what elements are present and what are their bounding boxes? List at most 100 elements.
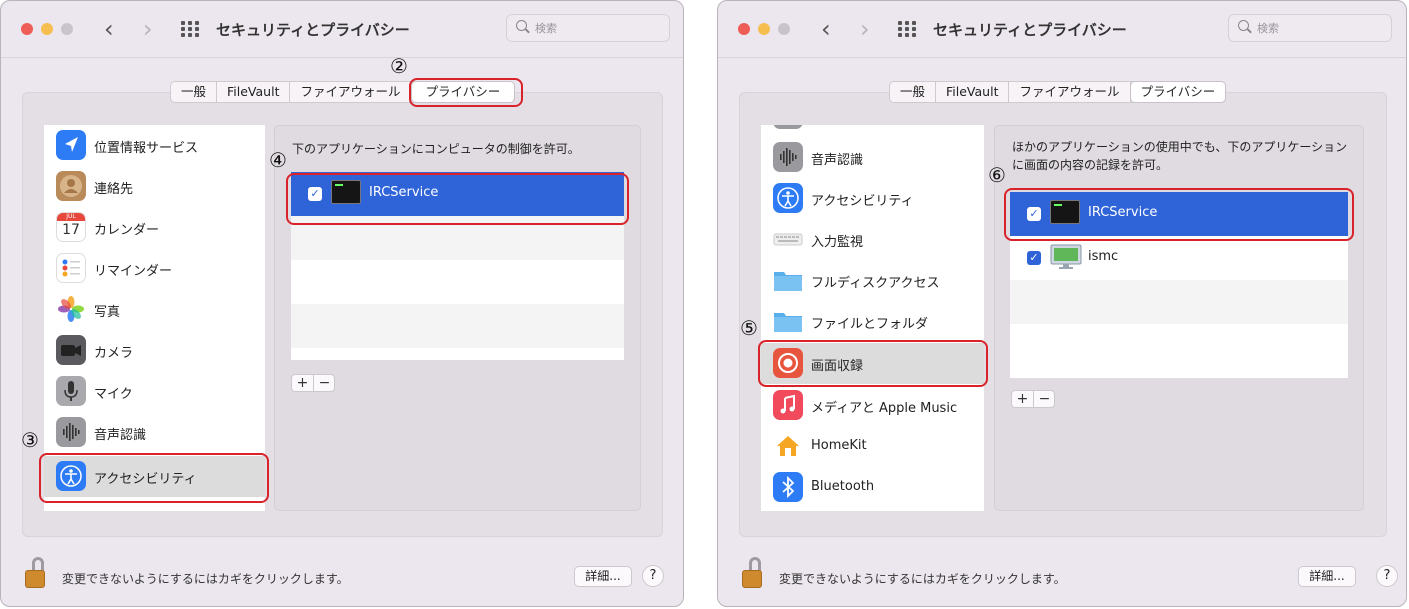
toolbar: ‹ › セキュリティとプライバシー [718,1,1406,58]
service-item-speech-recognition[interactable]: 音声認識 [761,137,984,178]
advanced-button[interactable]: 詳細... [1298,566,1356,587]
accessibility-icon [773,183,803,213]
step-5-label: ⑤ [740,316,758,340]
service-label: アクセシビリティ [811,194,914,209]
tab-bar: 一般 FileVault ファイアウォール プライバシー [889,81,1227,103]
tab-filevault[interactable]: FileVault [217,82,291,102]
lock-icon[interactable] [742,557,766,589]
tab-firewall[interactable]: ファイアウォール [1009,82,1131,102]
monitor-app-icon [1050,244,1082,270]
tab-filevault[interactable]: FileVault [936,82,1010,102]
back-chevron-icon[interactable]: ‹ [104,15,114,43]
lock-instruction: 変更できないようにするにはカギをクリックします。 [779,572,1066,586]
show-all-grid-icon[interactable] [898,21,916,37]
service-label: 入力監視 [811,235,864,250]
service-item-bluetooth[interactable]: Bluetooth [761,467,984,508]
service-item-microphone[interactable]: マイク [44,371,265,412]
tab-general[interactable]: 一般 [890,82,937,102]
app-row-empty [1010,324,1348,368]
service-item-accessibility[interactable]: アクセシビリティ [761,178,984,219]
add-remove-buttons: + − [1011,390,1055,408]
app-row-empty [291,260,624,304]
service-label: 音声認識 [811,153,864,168]
service-label: 位置情報サービス [94,141,199,156]
app-row-empty [291,304,624,348]
service-label: カメラ [94,346,134,361]
help-button[interactable]: ? [1376,565,1398,587]
service-label: メディアと Apple Music [811,401,958,416]
highlight-ircservice-row [286,173,629,225]
service-label: Bluetooth [811,479,875,494]
service-label: HomeKit [811,438,867,453]
service-item-reminders[interactable]: リマインダー [44,248,265,289]
tab-privacy[interactable]: プライバシー [1130,82,1226,102]
zoom-button[interactable] [778,23,790,35]
permission-description: 下のアプリケーションにコンピュータの制御を許可。 [292,142,580,156]
minimize-button[interactable] [41,23,53,35]
service-item-contacts[interactable]: 連絡先 [44,166,265,207]
service-item-photos[interactable]: 写真 [44,289,265,330]
service-label: マイク [94,387,133,402]
app-row-ismc[interactable]: ✓ ismc [1010,236,1348,280]
tab-firewall[interactable]: ファイアウォール [290,82,412,102]
remove-app-button[interactable]: − [314,375,335,391]
calendar-month: JUL [57,213,85,221]
folder-icon [773,265,803,295]
search-input[interactable] [535,19,655,37]
back-chevron-icon[interactable]: ‹ [821,15,831,43]
search-icon [516,20,527,31]
service-item-speech-recognition[interactable]: 音声認識 [44,412,265,453]
toolbar: ‹ › セキュリティとプライバシー [1,1,683,58]
highlight-privacy-tab [409,78,523,107]
reminders-icon [56,253,86,283]
help-button[interactable]: ? [642,565,664,587]
folder-icon [773,306,803,336]
microphone-icon [56,376,86,406]
service-item-camera[interactable]: カメラ [44,330,265,371]
music-note-icon [773,390,803,420]
service-label: 音声認識 [94,428,147,443]
add-app-button[interactable]: + [292,375,314,391]
checkbox-ismc[interactable]: ✓ [1027,251,1041,265]
search-field[interactable] [506,14,670,42]
calendar-day: 17 [62,222,80,238]
forward-chevron-icon[interactable]: › [143,15,153,43]
service-label: フルディスクアクセス [811,276,940,291]
service-label: ファイルとフォルダ [811,317,929,332]
service-item-input-monitoring[interactable]: 入力監視 [761,219,984,260]
step-3-label: ③ [21,428,39,452]
service-label: カレンダー [94,223,160,238]
tab-general[interactable]: 一般 [171,82,218,102]
search-field[interactable] [1228,14,1392,42]
show-all-grid-icon[interactable] [181,21,199,37]
security-privacy-window-2: ‹ › セキュリティとプライバシー 一般 FileVault ファイアウォール … [717,0,1407,607]
service-item-files-and-folders[interactable]: ファイルとフォルダ [761,301,984,342]
service-label: リマインダー [94,264,173,279]
close-button[interactable] [738,23,750,35]
service-item-location[interactable]: 位置情報サービス [44,125,265,166]
camera-icon [56,335,86,365]
zoom-button[interactable] [61,23,73,35]
remove-app-button[interactable]: − [1034,391,1055,407]
search-input[interactable] [1257,19,1377,37]
waveform-icon [56,417,86,447]
location-arrow-icon [56,130,86,160]
add-app-button[interactable]: + [1012,391,1034,407]
service-item-calendar[interactable]: JUL 17 カレンダー [44,207,265,248]
service-item-homekit[interactable]: HomeKit [761,426,984,467]
add-remove-buttons: + − [291,374,335,392]
minimize-button[interactable] [758,23,770,35]
lock-icon[interactable] [25,557,49,589]
service-item-media-apple-music[interactable]: メディアと Apple Music [761,385,984,426]
advanced-button[interactable]: 詳細... [574,566,632,587]
service-label: 連絡先 [94,182,134,197]
service-item-full-disk-access[interactable]: フルディスクアクセス [761,260,984,301]
close-button[interactable] [21,23,33,35]
forward-chevron-icon[interactable]: › [860,15,870,43]
scrolled-item-icon [773,125,803,129]
app-row-empty [1010,280,1348,324]
window-title: セキュリティとプライバシー [933,21,1127,39]
step-4-label: ④ [269,148,287,172]
window-title: セキュリティとプライバシー [216,21,410,39]
security-privacy-window-1: ‹ › セキュリティとプライバシー 一般 FileVault ファイアウォール … [0,0,684,607]
